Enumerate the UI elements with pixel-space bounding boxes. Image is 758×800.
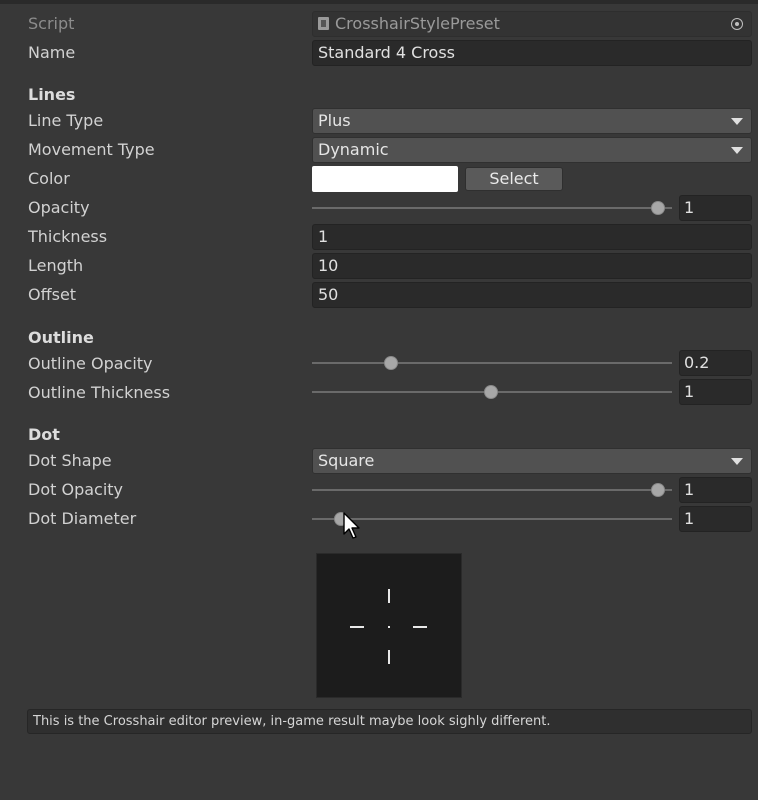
movement-type-value: Dynamic (318, 140, 389, 159)
dot-opacity-slider-handle[interactable] (651, 483, 665, 497)
line-type-value: Plus (318, 111, 351, 130)
dot-opacity-slider-track[interactable] (312, 489, 672, 491)
opacity-slider-track[interactable] (312, 207, 672, 209)
mouse-cursor-icon (343, 512, 360, 539)
lines-header: Lines (28, 85, 76, 104)
opacity-label: Opacity (28, 198, 90, 217)
chevron-down-icon (731, 118, 743, 125)
chevron-down-icon (731, 147, 743, 154)
outline-header: Outline (28, 328, 94, 347)
name-label: Name (28, 43, 76, 62)
chevron-down-icon (731, 458, 743, 465)
crosshair-line-top (388, 589, 390, 603)
object-picker-icon[interactable] (731, 18, 743, 30)
color-swatch[interactable] (312, 166, 458, 192)
dot-opacity-label: Dot Opacity (28, 480, 124, 499)
thickness-label: Thickness (28, 227, 108, 246)
outline-thickness-label: Outline Thickness (28, 383, 171, 402)
dot-shape-value: Square (318, 451, 375, 470)
crosshair-preview (316, 553, 462, 698)
script-value: CrosshairStylePreset (335, 14, 500, 33)
dot-diameter-input[interactable]: 1 (679, 506, 752, 532)
opacity-slider-handle[interactable] (651, 201, 665, 215)
crosshair-line-right (413, 626, 427, 628)
help-box: This is the Crosshair editor preview, in… (27, 709, 752, 734)
outline-thickness-slider-handle[interactable] (484, 385, 498, 399)
outline-thickness-input[interactable]: 1 (679, 379, 752, 405)
offset-label: Offset (28, 285, 77, 304)
dot-header: Dot (28, 425, 60, 444)
script-file-icon (318, 17, 329, 30)
dot-diameter-label: Dot Diameter (28, 509, 137, 528)
dot-shape-dropdown[interactable]: Square (312, 448, 752, 474)
movement-type-label: Movement Type (28, 140, 155, 159)
outline-opacity-label: Outline Opacity (28, 354, 153, 373)
line-type-dropdown[interactable]: Plus (312, 108, 752, 134)
dot-diameter-slider-track[interactable] (312, 518, 672, 520)
crosshair-dot (388, 626, 390, 628)
outline-opacity-input[interactable]: 0.2 (679, 350, 752, 376)
inspector-top-border (0, 0, 758, 4)
crosshair-line-left (350, 626, 364, 628)
length-label: Length (28, 256, 84, 275)
outline-opacity-slider-handle[interactable] (383, 356, 398, 370)
line-type-label: Line Type (28, 111, 104, 130)
opacity-input[interactable]: 1 (679, 195, 752, 221)
crosshair-line-bottom (388, 650, 390, 664)
color-label: Color (28, 169, 70, 188)
length-input[interactable]: 10 (312, 253, 752, 279)
dot-opacity-input[interactable]: 1 (679, 477, 752, 503)
name-input[interactable]: Standard 4 Cross (312, 40, 752, 66)
thickness-input[interactable]: 1 (312, 224, 752, 250)
movement-type-dropdown[interactable]: Dynamic (312, 137, 752, 163)
script-label: Script (28, 14, 75, 33)
color-select-button[interactable]: Select (465, 167, 563, 191)
dot-shape-label: Dot Shape (28, 451, 112, 470)
offset-input[interactable]: 50 (312, 282, 752, 308)
script-object-field[interactable]: CrosshairStylePreset (312, 11, 752, 37)
outline-opacity-slider-track[interactable] (312, 362, 672, 364)
